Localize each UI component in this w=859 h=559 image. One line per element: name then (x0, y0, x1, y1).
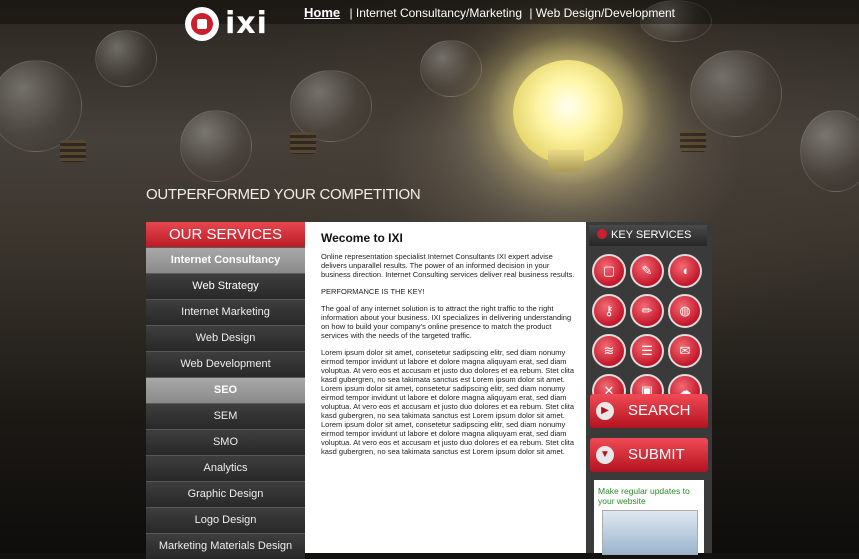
lightbulb-image (0, 60, 82, 152)
lightbulb-base-image (60, 140, 86, 162)
lightbulb-image (180, 110, 252, 182)
lightbulb-base-image (680, 130, 706, 152)
promo-box[interactable]: Make regular updates to your website (594, 480, 704, 555)
glowing-lightbulb-base (548, 150, 584, 172)
sidebar-item-graphic-design[interactable]: Graphic Design (146, 481, 305, 507)
sidebar-item-web-design[interactable]: Web Design (146, 325, 305, 351)
main-content: Wecome to IXI Online representation spec… (321, 231, 579, 464)
glowing-lightbulb-image (513, 60, 623, 164)
pen-icon[interactable]: ✎ (630, 254, 664, 288)
logo-text: ixi (225, 6, 268, 41)
search-button-label: SEARCH (628, 402, 691, 419)
lightbulb-image (95, 30, 157, 87)
sidebar-item-smo[interactable]: SMO (146, 429, 305, 455)
performance-paragraph: PERFORMANCE IS THE KEY! (321, 287, 425, 296)
globe-icon[interactable]: ◍ (668, 294, 702, 328)
lightbulb-image (800, 110, 859, 192)
sidebar-item-web-strategy[interactable]: Web Strategy (146, 273, 305, 299)
signal-icon[interactable]: ≋ (592, 334, 626, 368)
nav-web-design-link[interactable]: | Web Design/Development (529, 6, 675, 20)
key-services-title: KEY SERVICES (611, 229, 692, 241)
bullet-icon (597, 229, 607, 239)
sidebar-title: OUR SERVICES (146, 222, 305, 247)
sidebar-item-seo[interactable]: SEO (146, 377, 305, 403)
sidebar-item-analytics[interactable]: Analytics (146, 455, 305, 481)
sidebar-item-internet-marketing[interactable]: Internet Marketing (146, 299, 305, 325)
logo[interactable]: ixi (185, 6, 268, 41)
search-arrow-icon: ▶ (596, 402, 614, 421)
hero-tagline: OUTPERFORMED YOUR COMPETITION (146, 186, 421, 203)
chat-icon[interactable]: ✉ (668, 334, 702, 368)
page-title: Wecome to IXI (321, 231, 403, 245)
promo-text: Make regular updates to your website (598, 486, 690, 506)
intro-paragraph: Online representation specialist Interne… (321, 252, 575, 279)
sidebar-item-logo-design[interactable]: Logo Design (146, 507, 305, 533)
pencil-icon[interactable]: ✏ (630, 294, 664, 328)
sidebar-item-web-development[interactable]: Web Development (146, 351, 305, 377)
submit-arrow-icon: ▼ (596, 446, 614, 465)
nav-internet-consultancy-link[interactable]: | Internet Consultancy/Marketing (349, 6, 522, 20)
key-services-grid: ▢ ✎ ◖ ⚷ ✏ ◍ ≋ ☰ ✉ ✕ ▣ ☁ (592, 254, 706, 408)
key-services-header: KEY SERVICES (589, 225, 707, 246)
sidebar-item-sem[interactable]: SEM (146, 403, 305, 429)
stack-icon[interactable]: ☰ (630, 334, 664, 368)
submit-button[interactable]: ▼ SUBMIT (590, 438, 708, 472)
website-screenshot-image (602, 510, 698, 555)
lightbulb-image (420, 40, 482, 97)
mouse-icon[interactable]: ◖ (668, 254, 702, 288)
top-navigation: Home | Internet Consultancy/Marketing | … (304, 5, 675, 20)
sidebar-item-marketing-materials-design[interactable]: Marketing Materials Design (146, 533, 305, 559)
search-button[interactable]: ▶ SEARCH (590, 394, 708, 428)
main-panel: OUR SERVICES Internet Consultancy Web St… (146, 222, 712, 559)
logo-mark-icon (185, 6, 219, 41)
submit-button-label: SUBMIT (628, 446, 685, 463)
services-sidebar: OUR SERVICES Internet Consultancy Web St… (146, 222, 305, 559)
key-services-panel: KEY SERVICES ▢ ✎ ◖ ⚷ ✏ ◍ ≋ ☰ ✉ ✕ ▣ ☁ ▶ SEARCH ▼ SUBMI… (586, 222, 712, 555)
lorem-paragraph: Lorem ipsum dolor sit amet, consetetur s… (321, 348, 575, 456)
key-icon[interactable]: ⚷ (592, 294, 626, 328)
sidebar-item-internet-consultancy[interactable]: Internet Consultancy (146, 247, 305, 273)
goal-paragraph: The goal of any internet solution is to … (321, 304, 572, 340)
nav-home-link[interactable]: Home (304, 5, 340, 20)
lightbulb-base-image (290, 132, 316, 154)
screen-icon[interactable]: ▢ (592, 254, 626, 288)
lightbulb-image (690, 50, 782, 137)
